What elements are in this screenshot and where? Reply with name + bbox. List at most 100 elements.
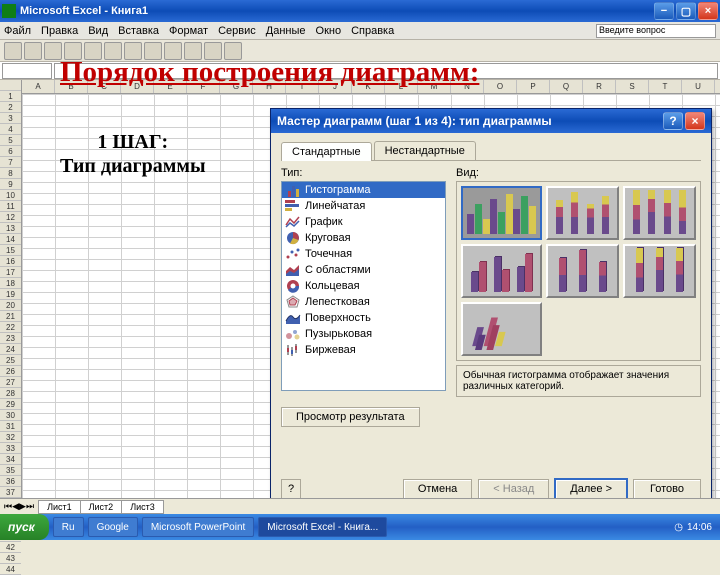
type-item[interactable]: Лепестковая — [282, 294, 445, 310]
col-header[interactable]: Q — [550, 80, 583, 93]
toolbar-button[interactable] — [24, 42, 42, 60]
dialog-help-button[interactable]: ? — [663, 112, 683, 130]
menu-format[interactable]: Формат — [169, 25, 208, 37]
cancel-button[interactable]: Отмена — [403, 479, 472, 499]
row-header[interactable]: 1 — [0, 91, 21, 102]
type-item[interactable]: Кольцевая — [282, 278, 445, 294]
finish-button[interactable]: Готово — [633, 479, 701, 499]
row-header[interactable]: 12 — [0, 212, 21, 223]
row-header[interactable]: 16 — [0, 256, 21, 267]
type-item[interactable]: Пузырьковая — [282, 326, 445, 342]
type-item[interactable]: Круговая — [282, 230, 445, 246]
col-header[interactable]: S — [616, 80, 649, 93]
row-header[interactable]: 17 — [0, 267, 21, 278]
menu-insert[interactable]: Вставка — [118, 25, 159, 37]
sheet-tab[interactable]: Лист1 — [38, 500, 81, 514]
row-header[interactable]: 18 — [0, 278, 21, 289]
next-button[interactable]: Далее > — [555, 479, 627, 499]
row-header[interactable]: 22 — [0, 322, 21, 333]
subtype-3d-clustered[interactable] — [461, 244, 542, 298]
maximize-button[interactable]: ▢ — [676, 2, 696, 20]
row-header[interactable]: 15 — [0, 245, 21, 256]
sheet-tab[interactable]: Лист3 — [121, 500, 164, 514]
col-header[interactable]: U — [682, 80, 715, 93]
subtype-clustered[interactable] — [461, 186, 542, 240]
row-header[interactable]: 42 — [0, 542, 21, 553]
row-header[interactable]: 6 — [0, 146, 21, 157]
type-item[interactable]: Гистограмма — [282, 182, 445, 198]
taskbar-item[interactable]: Microsoft Excel - Книга... — [258, 517, 387, 537]
sheet-tab[interactable]: Лист2 — [80, 500, 123, 514]
col-header[interactable]: T — [649, 80, 682, 93]
row-header[interactable]: 5 — [0, 135, 21, 146]
question-box[interactable]: Введите вопрос — [596, 24, 716, 38]
nav-last-icon[interactable]: ⏭ — [26, 501, 34, 512]
row-header[interactable]: 29 — [0, 399, 21, 410]
row-header[interactable]: 36 — [0, 476, 21, 487]
tab-custom[interactable]: Нестандартные — [374, 141, 476, 160]
subtype-stacked[interactable] — [546, 186, 619, 240]
tab-standard[interactable]: Стандартные — [281, 142, 372, 161]
row-header[interactable]: 20 — [0, 300, 21, 311]
nav-next-icon[interactable]: ▶ — [19, 501, 26, 512]
menu-edit[interactable]: Правка — [41, 25, 78, 37]
toolbar-button[interactable] — [4, 42, 22, 60]
row-header[interactable]: 2 — [0, 102, 21, 113]
subtype-3d-stacked[interactable] — [546, 244, 619, 298]
row-header[interactable]: 14 — [0, 234, 21, 245]
row-header[interactable]: 10 — [0, 190, 21, 201]
col-header[interactable]: A — [22, 80, 55, 93]
tray-icon[interactable]: ◷ — [674, 522, 683, 533]
start-button[interactable]: пуск — [0, 514, 49, 540]
preview-button[interactable]: Просмотр результата — [281, 407, 420, 427]
menu-data[interactable]: Данные — [266, 25, 306, 37]
subtype-100stacked[interactable] — [623, 186, 696, 240]
row-header[interactable]: 30 — [0, 410, 21, 421]
row-header[interactable]: 34 — [0, 454, 21, 465]
row-header[interactable]: 35 — [0, 465, 21, 476]
row-header[interactable]: 26 — [0, 366, 21, 377]
row-header[interactable]: 13 — [0, 223, 21, 234]
row-header[interactable]: 23 — [0, 333, 21, 344]
row-header[interactable]: 8 — [0, 168, 21, 179]
menu-file[interactable]: Файл — [4, 25, 31, 37]
chart-type-list[interactable]: ГистограммаЛинейчатаяГрафикКруговаяТочеч… — [281, 181, 446, 391]
taskbar-item[interactable]: Ru — [53, 517, 84, 537]
menu-help[interactable]: Справка — [351, 25, 394, 37]
row-header[interactable]: 9 — [0, 179, 21, 190]
row-header[interactable]: 21 — [0, 311, 21, 322]
row-header[interactable]: 31 — [0, 421, 21, 432]
help-icon[interactable]: ? — [281, 479, 301, 499]
menu-window[interactable]: Окно — [316, 25, 342, 37]
type-item[interactable]: С областями — [282, 262, 445, 278]
menu-tools[interactable]: Сервис — [218, 25, 256, 37]
row-header[interactable]: 24 — [0, 344, 21, 355]
row-header[interactable]: 32 — [0, 432, 21, 443]
row-header[interactable]: 27 — [0, 377, 21, 388]
type-item[interactable]: Точечная — [282, 246, 445, 262]
name-box[interactable] — [2, 63, 52, 79]
nav-first-icon[interactable]: ⏮ — [4, 501, 12, 512]
type-item[interactable]: Биржевая — [282, 342, 445, 358]
row-header[interactable]: 28 — [0, 388, 21, 399]
row-header[interactable]: 33 — [0, 443, 21, 454]
subtype-3d-column[interactable] — [461, 302, 542, 356]
col-header[interactable]: O — [484, 80, 517, 93]
row-header[interactable]: 11 — [0, 201, 21, 212]
type-item[interactable]: Поверхность — [282, 310, 445, 326]
minimize-button[interactable]: − — [654, 2, 674, 20]
row-header[interactable]: 3 — [0, 113, 21, 124]
row-header[interactable]: 44 — [0, 564, 21, 575]
row-header[interactable]: 19 — [0, 289, 21, 300]
subtype-3d-100stacked[interactable] — [623, 244, 696, 298]
type-item[interactable]: Линейчатая — [282, 198, 445, 214]
taskbar-item[interactable]: Microsoft PowerPoint — [142, 517, 254, 537]
menu-view[interactable]: Вид — [88, 25, 108, 37]
close-button[interactable]: × — [698, 2, 718, 20]
nav-prev-icon[interactable]: ◀ — [12, 501, 19, 512]
row-header[interactable]: 7 — [0, 157, 21, 168]
col-header[interactable]: P — [517, 80, 550, 93]
type-item[interactable]: График — [282, 214, 445, 230]
col-header[interactable]: R — [583, 80, 616, 93]
dialog-close-button[interactable]: × — [685, 112, 705, 130]
